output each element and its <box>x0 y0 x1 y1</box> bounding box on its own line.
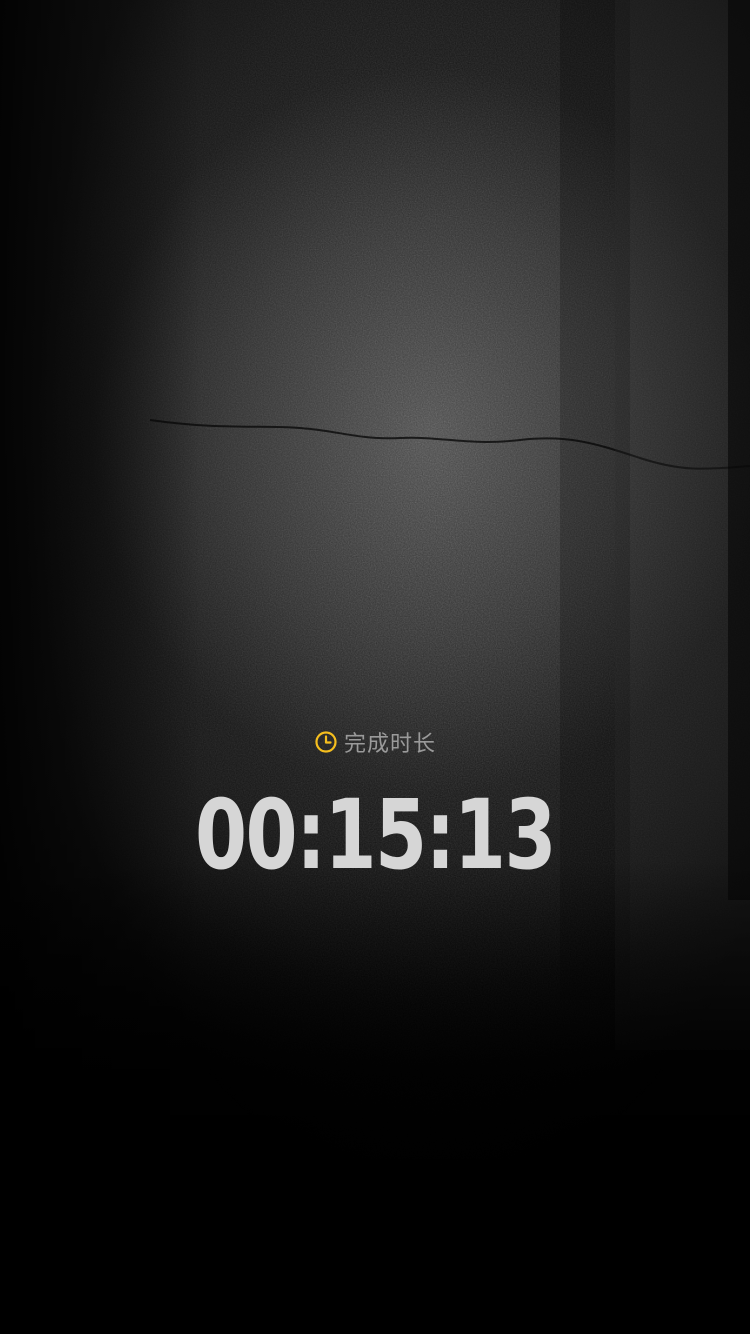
duration-label-row: 完成时长 <box>0 726 750 758</box>
duration-value: 00:15:13 <box>194 779 557 891</box>
clock-icon <box>314 730 338 754</box>
bottom-vignette <box>0 860 750 1334</box>
workout-complete-screen: 完成时长 00:15:13 <box>0 0 750 1334</box>
duration-label: 完成时长 <box>343 732 436 757</box>
